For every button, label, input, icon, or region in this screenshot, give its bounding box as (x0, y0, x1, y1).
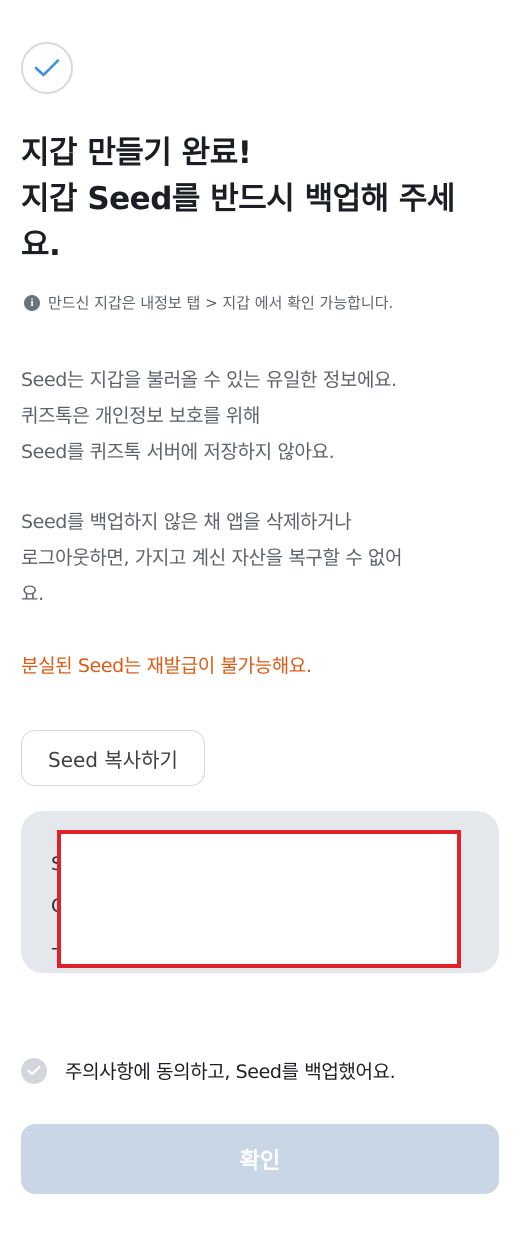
backup-caution-line-2: 로그아웃하면, 가지고 계신 자산을 복구할 수 없어 (21, 547, 403, 569)
redaction-box (57, 830, 461, 968)
info-note: i 만드신 지갑은 내정보 탭 > 지갑 에서 확인 가능합니다. (24, 292, 393, 313)
info-icon: i (24, 294, 40, 311)
info-text: 만드신 지갑은 내정보 탭 > 지갑 에서 확인 가능합니다. (48, 294, 394, 312)
seed-description-line-3: Seed를 퀴즈톡 서버에 저장하지 않아요. (21, 441, 335, 463)
seed-description: Seed는 지갑을 불러올 수 있는 유일한 정보에요. 퀴즈톡은 개인정보 보… (21, 362, 501, 470)
check-circle-icon[interactable] (21, 1057, 47, 1084)
title-line-3: 요. (21, 227, 61, 263)
confirm-button[interactable]: 확인 (21, 1124, 499, 1194)
seed-phrase-box: S C - (21, 811, 499, 973)
backup-caution: Seed를 백업하지 않은 채 앱을 삭제하거나 로그아웃하면, 가지고 계신 … (21, 504, 501, 612)
agree-label: 주의사항에 동의하고, Seed를 백업했어요. (65, 1061, 396, 1083)
backup-caution-line-1: Seed를 백업하지 않은 채 앱을 삭제하거나 (21, 511, 352, 533)
backup-caution-line-3: 요. (21, 583, 44, 605)
seed-description-line-1: Seed는 지갑을 불러올 수 있는 유일한 정보에요. (21, 369, 397, 391)
title-line-1: 지갑 만들기 완료! (21, 135, 252, 171)
agree-checkbox[interactable]: 주의사항에 동의하고, Seed를 백업했어요. (21, 1057, 396, 1084)
page-title: 지갑 만들기 완료! 지갑 Seed를 반드시 백업해 주세 요. (21, 130, 491, 268)
seed-description-line-2: 퀴즈톡은 개인정보 보호를 위해 (21, 405, 260, 427)
check-icon (21, 42, 73, 94)
reissue-warning: 분실된 Seed는 재발급이 불가능해요. (21, 655, 312, 677)
copy-seed-button[interactable]: Seed 복사하기 (21, 730, 205, 786)
title-line-2: 지갑 Seed를 반드시 백업해 주세 (21, 181, 455, 217)
